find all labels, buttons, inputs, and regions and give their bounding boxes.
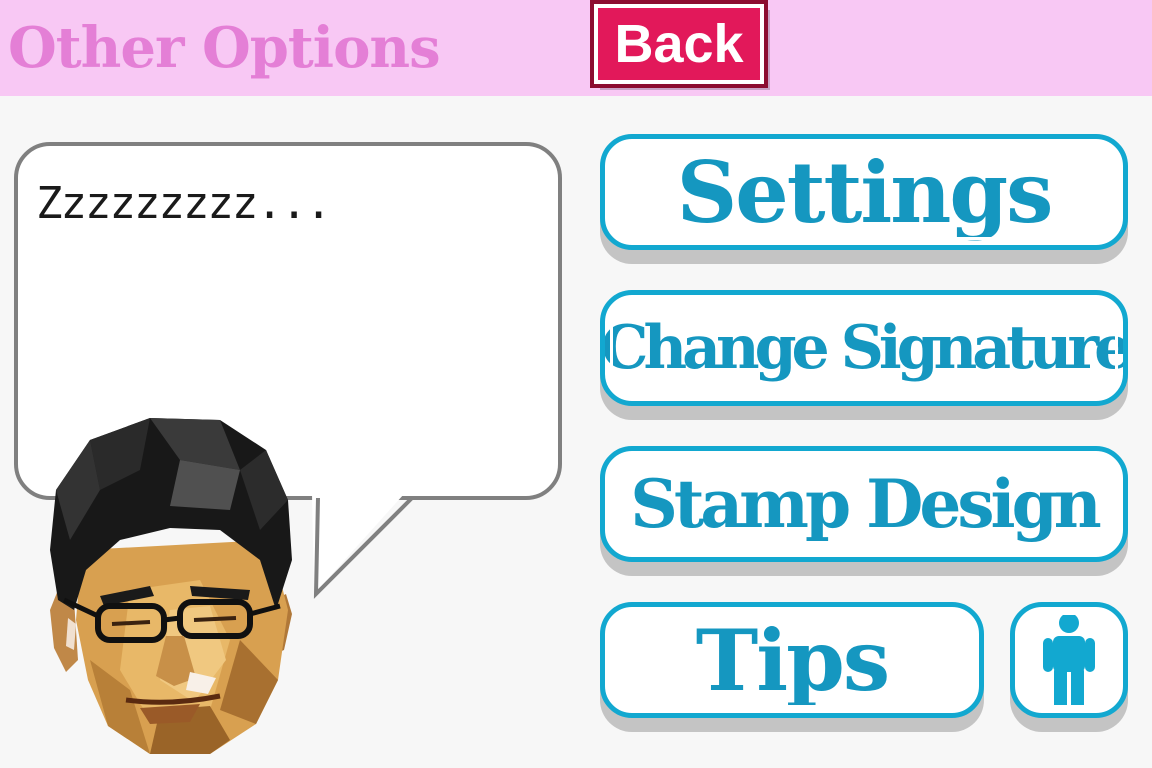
page-title: Other Options — [8, 15, 441, 81]
back-button[interactable]: Back — [590, 0, 768, 88]
tips-button[interactable]: Tips — [600, 602, 984, 718]
profile-button[interactable] — [1010, 602, 1128, 718]
doctor-head-image — [50, 418, 292, 754]
stamp-design-button[interactable]: Stamp Design — [600, 446, 1128, 562]
change-signature-button[interactable]: Change Signature — [600, 290, 1128, 406]
speech-text: Zzzzzzzzz... — [36, 178, 332, 229]
header-bar: Other Options Back — [0, 0, 1152, 96]
settings-button[interactable]: Settings — [600, 134, 1128, 250]
person-icon — [1043, 613, 1095, 708]
